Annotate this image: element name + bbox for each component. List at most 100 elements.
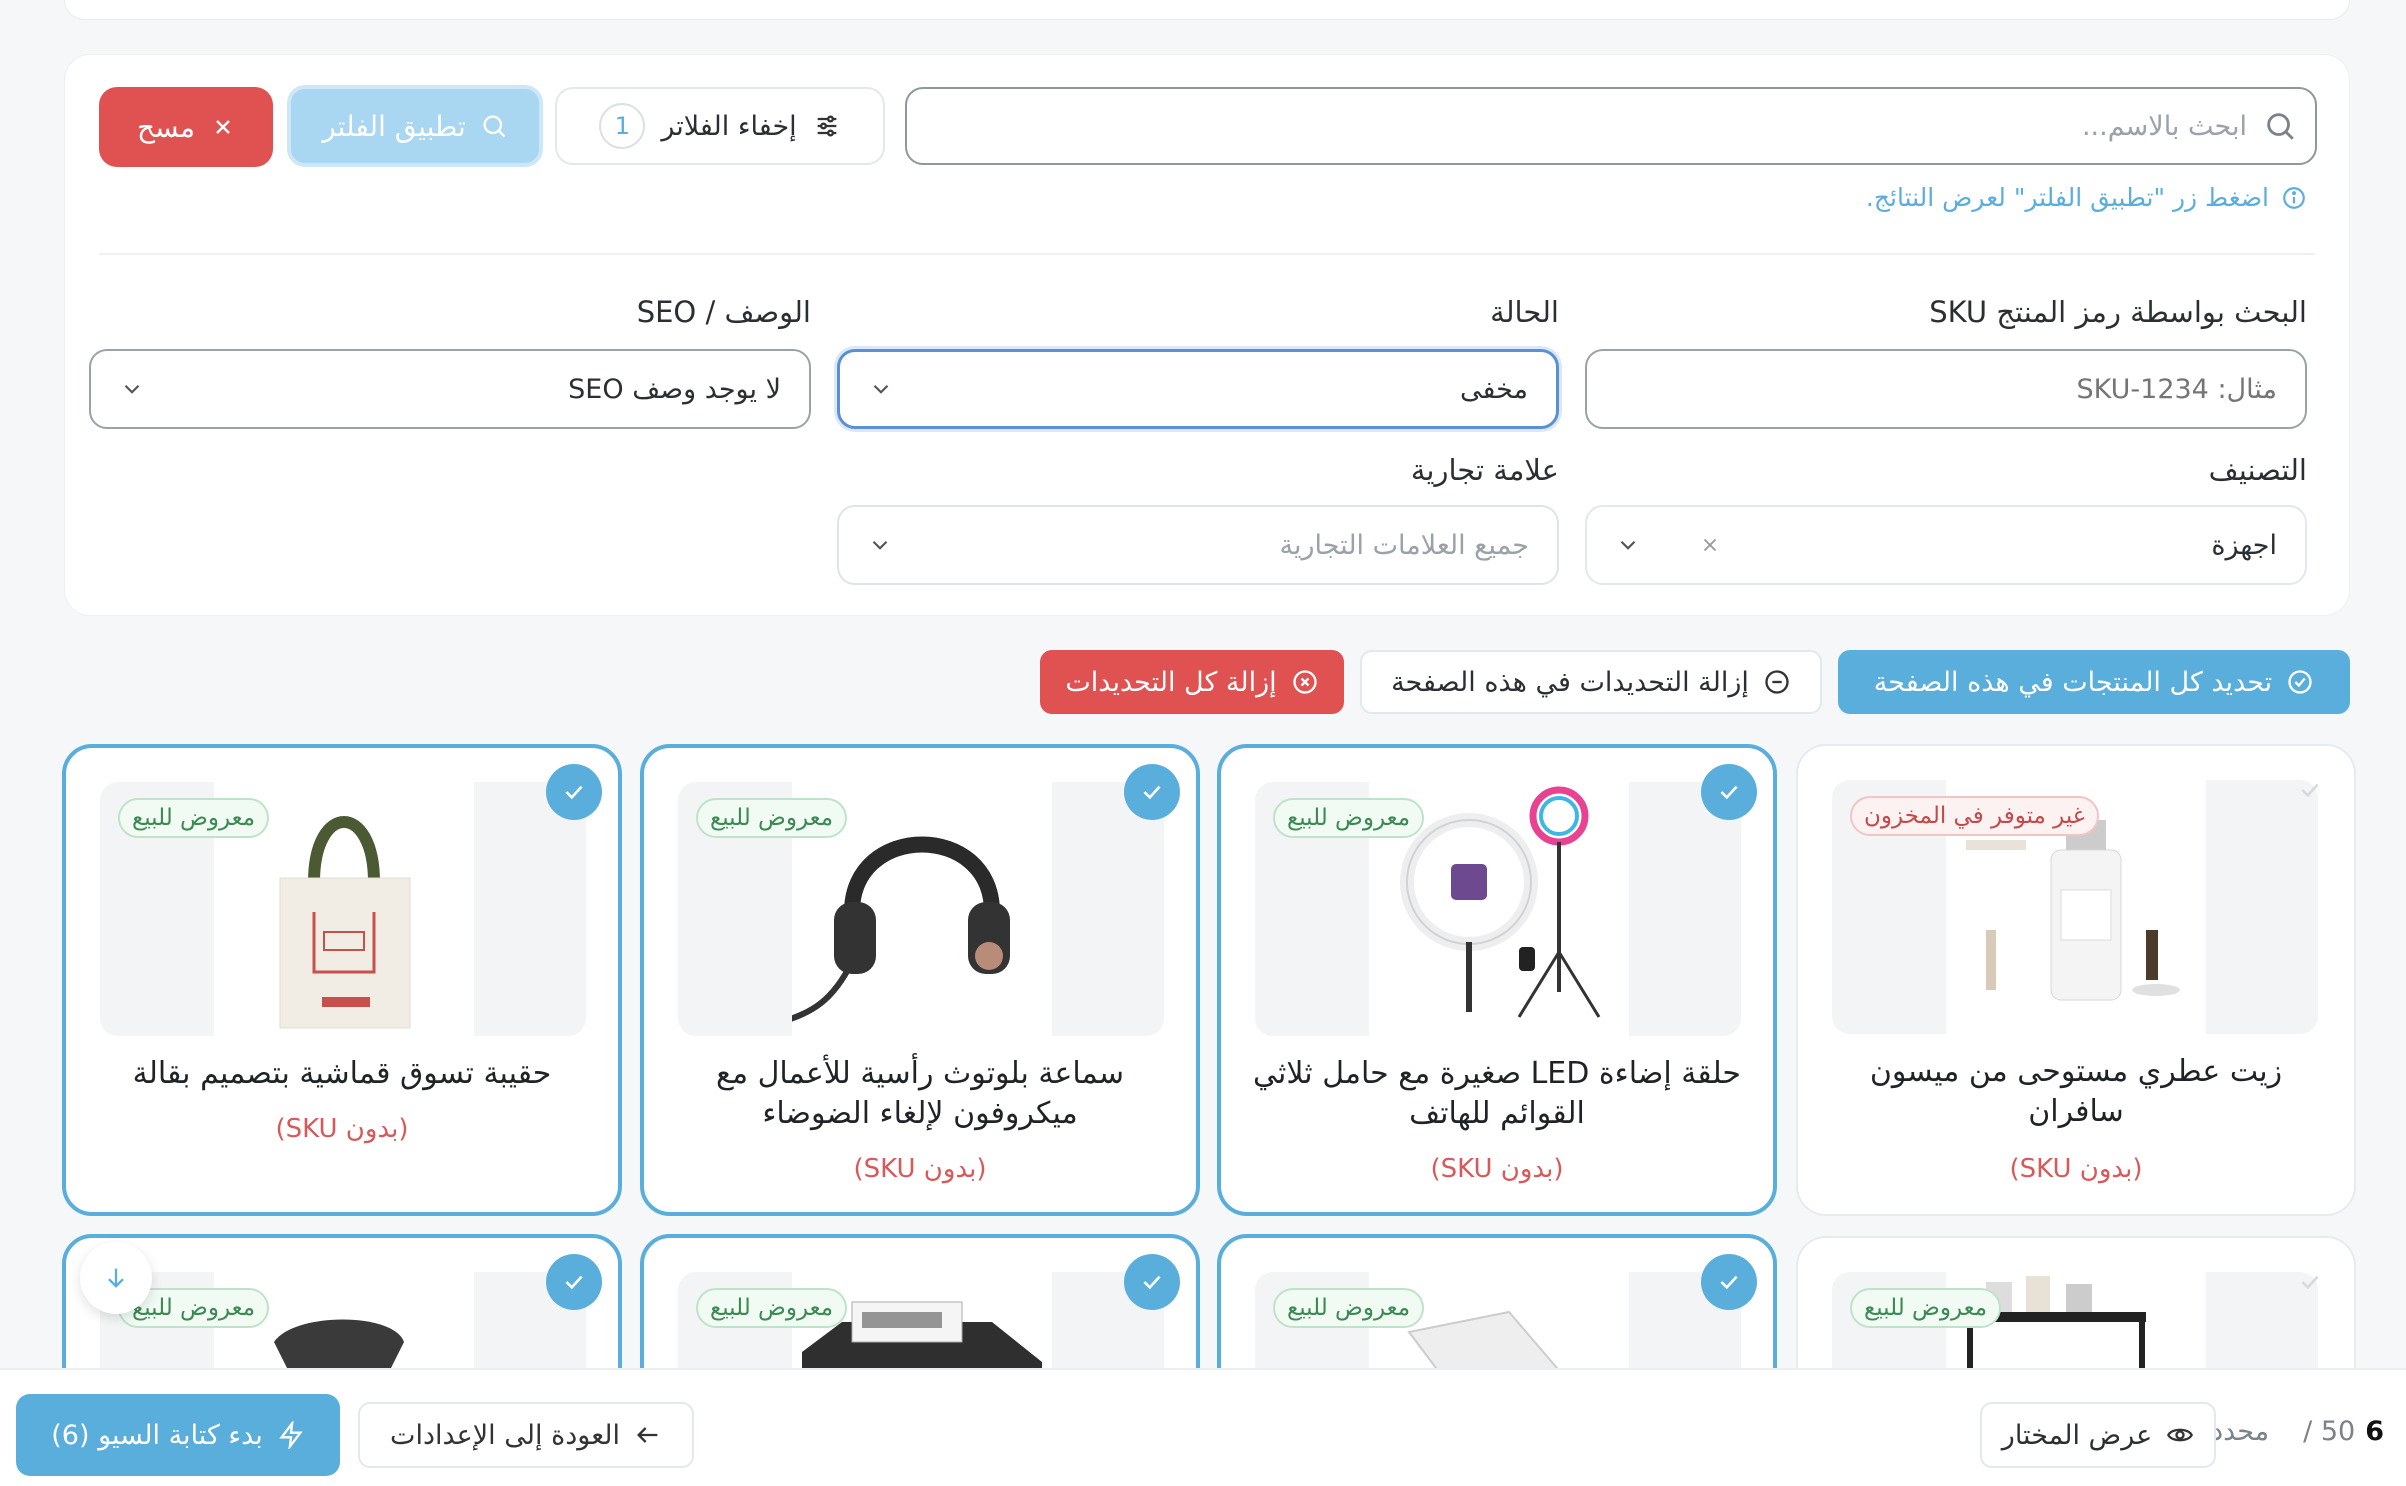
status-value: مخفى <box>1459 373 1528 405</box>
minus-circle-icon <box>1763 668 1791 696</box>
selected-counter: 6 50 / محدد <box>2211 1416 2384 1447</box>
select-checkbox[interactable] <box>2282 1254 2338 1310</box>
brand-label: علامة تجارية <box>1410 453 1559 487</box>
sku-field[interactable] <box>1585 349 2307 429</box>
select-checkbox[interactable] <box>546 764 602 820</box>
product-title: حلقة إضاءة LED صغيرة مع حامل ثلاثي القوا… <box>1253 1056 1741 1131</box>
stock-badge: معروض للبيع <box>1273 798 1425 838</box>
selected-count: 6 <box>2365 1416 2384 1447</box>
bottom-action-bar: 6 50 / محدد عرض المختار العودة إلى الإعد… <box>0 1368 2406 1486</box>
check-icon <box>1143 1275 1161 1290</box>
brand-select[interactable]: جميع العلامات التجارية <box>837 505 1559 585</box>
select-checkbox[interactable] <box>1701 1254 1757 1310</box>
stock-badge: معروض للبيع <box>696 798 848 838</box>
category-select[interactable]: اجهزة <box>1585 505 2307 585</box>
product-title: سماعة بلوتوث رأسية للأعمال مع ميكروفون ل… <box>716 1056 1124 1131</box>
sku-input[interactable] <box>1615 373 2277 405</box>
deselect-all-label: إزالة كل التحديدات <box>1065 666 1277 698</box>
select-checkbox[interactable] <box>546 1254 602 1310</box>
category-value: اجهزة <box>2211 529 2277 561</box>
hide-filters-button[interactable]: إخفاء الفلاتر 1 <box>555 87 885 165</box>
eye-icon <box>2166 1421 2194 1449</box>
status-select[interactable]: مخفى <box>837 349 1559 429</box>
check-icon <box>1143 785 1161 800</box>
info-icon <box>2281 185 2307 211</box>
product-card[interactable]: معروض للبيع حقيبة تسوق قماشية بتصميم بقا… <box>62 744 622 1216</box>
lightning-icon <box>277 1421 305 1449</box>
select-checkbox[interactable] <box>1124 764 1180 820</box>
x-circle-icon <box>1291 668 1319 696</box>
deselect-page-label: إزالة التحديدات في هذه الصفحة <box>1391 666 1749 698</box>
sliders-icon <box>813 112 841 140</box>
product-sku: (بدون SKU) <box>853 1154 987 1184</box>
brand-placeholder: جميع العلامات التجارية <box>1279 529 1529 561</box>
apply-hint: اضغط زر "تطبيق الفلتر" لعرض النتائج. <box>1866 183 2307 212</box>
status-label: الحالة <box>1490 295 1559 329</box>
sku-label: البحث بواسطة رمز المنتج SKU <box>1929 295 2307 329</box>
product-card[interactable]: معروض للبيع سماعة بلوتوث رأسية للأعمال م… <box>640 744 1200 1216</box>
deselect-page-button[interactable]: إزالة التحديدات في هذه الصفحة <box>1360 650 1822 714</box>
seo-value: لا يوجد وصف SEO <box>568 373 781 405</box>
scroll-down-button[interactable] <box>80 1242 152 1314</box>
apply-hint-text: اضغط زر "تطبيق الفلتر" لعرض النتائج. <box>1865 183 2269 212</box>
select-page-label: تحديد كل المنتجات في هذه الصفحة <box>1873 666 2273 698</box>
chevron-down-icon <box>119 376 145 402</box>
start-seo-label: بدء كتابة السيو (6) <box>51 1419 263 1451</box>
search-input[interactable] <box>907 89 2263 163</box>
check-icon <box>1720 785 1738 800</box>
stock-badge: معروض للبيع <box>1850 1288 2002 1328</box>
search-input-wrapper[interactable] <box>905 87 2317 165</box>
check-icon <box>2301 1275 2319 1290</box>
filter-count-badge: 1 <box>599 103 646 149</box>
seo-select[interactable]: لا يوجد وصف SEO <box>89 349 811 429</box>
view-selected-button[interactable]: عرض المختار <box>1980 1402 2216 1468</box>
search-icon <box>480 112 508 140</box>
stock-badge: غير متوفر في المخزون <box>1850 796 2099 836</box>
check-icon <box>565 1275 583 1290</box>
back-to-settings-button[interactable]: العودة إلى الإعدادات <box>358 1402 694 1468</box>
stock-badge: معروض للبيع <box>696 1288 848 1328</box>
filter-panel: إخفاء الفلاتر 1 تطبيق الفلتر مسح اضغط زر… <box>64 54 2350 616</box>
arrow-down-icon <box>108 1268 124 1288</box>
select-checkbox[interactable] <box>2282 762 2338 818</box>
product-card[interactable]: غير متوفر في المخزون زيت عطري مستوحى من … <box>1796 744 2356 1216</box>
clear-icon <box>1703 538 1717 552</box>
hide-filters-label: إخفاء الفلاتر <box>661 110 797 142</box>
filter-divider <box>99 253 2315 255</box>
select-page-button[interactable]: تحديد كل المنتجات في هذه الصفحة <box>1838 650 2350 714</box>
check-icon <box>565 785 583 800</box>
clear-button[interactable]: مسح <box>99 87 273 167</box>
view-selected-label: عرض المختار <box>2001 1419 2153 1451</box>
selected-word: محدد <box>2211 1416 2270 1447</box>
chevron-down-icon <box>868 376 894 402</box>
product-sku: (بدون SKU) <box>275 1114 409 1144</box>
product-card[interactable]: معروض للبيع حلقة إضاءة LED صغيرة مع حامل… <box>1217 744 1777 1216</box>
chevron-down-icon <box>1620 540 1636 550</box>
stock-badge: معروض للبيع <box>118 798 270 838</box>
product-title: زيت عطري مستوحى من ميسون سافران <box>1869 1054 2283 1129</box>
total-count: 50 / <box>2303 1416 2356 1447</box>
close-icon <box>211 115 235 139</box>
check-icon <box>2301 783 2319 798</box>
category-label: التصنيف <box>2208 453 2307 487</box>
category-controls <box>1615 532 1721 558</box>
select-checkbox[interactable] <box>1124 1254 1180 1310</box>
stock-badge: معروض للبيع <box>1273 1288 1425 1328</box>
deselect-all-button[interactable]: إزالة كل التحديدات <box>1040 650 1344 714</box>
product-sku: (بدون SKU) <box>1430 1154 1564 1184</box>
apply-filter-label: تطبيق الفلتر <box>322 109 466 143</box>
apply-filter-button[interactable]: تطبيق الفلتر <box>287 85 543 167</box>
start-seo-button[interactable]: بدء كتابة السيو (6) <box>16 1394 340 1476</box>
product-title: حقيبة تسوق قماشية بتصميم بقالة <box>132 1056 552 1091</box>
clear-label: مسح <box>136 110 196 144</box>
check-icon <box>1720 1275 1738 1290</box>
product-sku: (بدون SKU) <box>2009 1154 2143 1184</box>
select-checkbox[interactable] <box>1701 764 1757 820</box>
search-icon <box>2263 109 2297 143</box>
top-panel-edge <box>64 0 2350 20</box>
seo-label: الوصف / SEO <box>636 295 811 329</box>
check-circle-icon <box>2286 668 2314 696</box>
chevron-down-icon <box>867 532 893 558</box>
back-to-settings-label: العودة إلى الإعدادات <box>390 1419 620 1451</box>
arrow-right-icon <box>634 1421 662 1449</box>
